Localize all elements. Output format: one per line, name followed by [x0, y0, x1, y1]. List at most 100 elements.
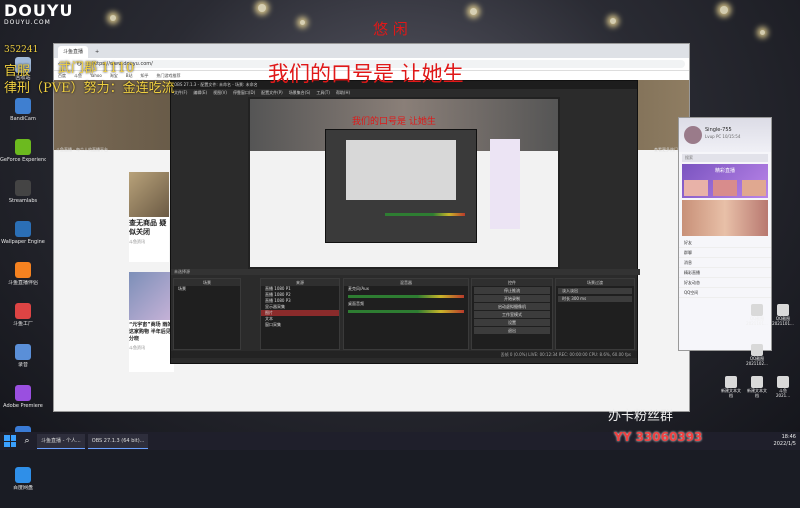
desktop-file[interactable]: 斗鱼 2021...: [772, 376, 794, 400]
news-card-meta: 斗鱼资讯: [129, 239, 145, 244]
obs-mixer-meter[interactable]: [348, 310, 464, 313]
obs-scene-item[interactable]: 场景: [174, 286, 240, 292]
qq-status: Lvup PC 10/15:54: [705, 134, 741, 139]
qq-live-banner[interactable]: 精彩直播: [682, 164, 768, 198]
desktop-file[interactable]: QQ截图 2021101...: [746, 304, 768, 328]
obs-scenes-dock[interactable]: 场景 场景: [173, 278, 241, 350]
yy-number-overlay: YY 33060393: [614, 430, 703, 444]
bokeh-light: [610, 18, 616, 24]
image-file-icon: [777, 304, 789, 316]
bokeh-light: [470, 8, 477, 15]
taskbar-item-obs[interactable]: OBS 27.1.3 (64 bit)...: [87, 433, 149, 449]
news-card-image: [129, 172, 169, 217]
image-file-icon: [751, 344, 763, 356]
nested-obs-capture: [325, 129, 477, 243]
desktop-file[interactable]: 新建文本文档: [746, 376, 768, 400]
obs-mixer-meter[interactable]: [348, 295, 464, 298]
text-file-icon: [725, 376, 737, 388]
desktop-icon[interactable]: 斗鱼直播伴侣: [0, 262, 46, 298]
desktop-icon-label: GeForce Experience: [0, 157, 46, 163]
desktop-icon[interactable]: BandiCam: [0, 98, 46, 134]
qq-list-item[interactable]: 群聊: [679, 248, 771, 258]
news-card-title: 查无商品 疑似关闭: [129, 219, 167, 236]
qq-list-item[interactable]: 好友动态: [679, 278, 771, 288]
news-card[interactable]: 查无商品 疑似关闭 斗鱼资讯: [129, 172, 169, 262]
obs-controls-header: 控件: [472, 279, 552, 286]
obs-menu-item[interactable]: 配置文件(P): [261, 89, 283, 97]
qq-list-item[interactable]: 消息: [679, 258, 771, 268]
file-icon: [777, 376, 789, 388]
desktop-file[interactable]: QQ截图 2021101...: [772, 304, 794, 328]
desktop-icon[interactable]: Wallpaper Engine: [0, 221, 46, 257]
server-detail-overlay: 武门郡 1110: [58, 61, 135, 76]
stop-stream-button[interactable]: 停止推流: [474, 287, 550, 294]
desktop-file[interactable]: QQ截图 2021102...: [746, 344, 768, 368]
qq-list-item[interactable]: QQ空间: [679, 288, 771, 298]
taskbar-item-browser[interactable]: 斗鱼直播 - 个人...: [37, 433, 85, 449]
obs-menu-item[interactable]: 视图(V): [213, 89, 227, 97]
live-thumbnail[interactable]: [684, 180, 709, 196]
qq-search-input[interactable]: 搜索: [682, 154, 768, 162]
browser-tabbar: 斗鱼直播 +: [54, 44, 689, 58]
clock-date: 2022/1/5: [773, 441, 796, 447]
desktop-icon-label: Adobe Premiere: [3, 403, 43, 409]
obs-menu-item[interactable]: 编辑(E): [193, 89, 207, 97]
news-card[interactable]: “元宇宙”商场 雨的这家购物 半年后见分晓 斗鱼资讯: [129, 272, 174, 372]
obs-menu-item[interactable]: 工具(T): [316, 89, 330, 97]
avatar[interactable]: [684, 126, 702, 144]
obs-menu-item[interactable]: 帮助(H): [336, 89, 350, 97]
desktop-icon-label: Streamlabs: [8, 198, 38, 204]
system-clock[interactable]: 18:46 2022/1/5: [774, 434, 796, 448]
live-thumbnail[interactable]: [712, 180, 737, 196]
search-icon[interactable]: ⌕: [20, 435, 34, 447]
wallpaper-engine-icon: [15, 221, 31, 237]
audio-icon: [15, 344, 31, 360]
transition-duration-input[interactable]: 时长 300 ms: [558, 296, 632, 302]
obs-source-item[interactable]: 窗口采集: [261, 322, 339, 328]
settings-button[interactable]: 设置: [474, 319, 550, 326]
desktop-icon[interactable]: Streamlabs: [0, 180, 46, 216]
obs-sources-dock[interactable]: 来源 直播 1080 P1 直播 1080 P2 直播 1080 P3 显示器采…: [260, 278, 340, 350]
desktop-icon[interactable]: GeForce Experience: [0, 139, 46, 175]
qq-feature-image[interactable]: [682, 200, 768, 236]
qq-username: Single-755: [705, 127, 732, 133]
qq-banner-label: 精彩直播: [714, 168, 735, 174]
logo-sub: DOUYU.COM: [4, 19, 51, 26]
obs-status-bar: 丢帧 0 (0.0%) LIVE: 00:12:34 REC: 00:00:00…: [171, 351, 637, 358]
desktop-icon[interactable]: Adobe Premiere: [0, 385, 46, 421]
bokeh-light: [720, 6, 728, 14]
streamlabs-icon: [15, 180, 31, 196]
desktop-icon[interactable]: 录音: [0, 344, 46, 380]
start-recording-button[interactable]: 开始录制: [474, 295, 550, 302]
image-file-icon: [751, 304, 763, 316]
live-thumbnail[interactable]: [741, 180, 766, 196]
obs-menu-item[interactable]: 文件(F): [174, 89, 187, 97]
room-id-overlay: 352241: [4, 45, 39, 55]
obs-menubar: 文件(F) 编辑(E) 视图(V) 停靠窗口(D) 配置文件(P) 场景集合(S…: [171, 89, 637, 97]
desktop-file[interactable]: 新建文本文档: [720, 376, 742, 400]
desktop-icon[interactable]: 斗鱼工厂: [0, 303, 46, 339]
obs-scenes-header: 场景: [174, 279, 240, 286]
news-card-meta: 斗鱼资讯: [129, 345, 145, 350]
exit-button[interactable]: 退出: [474, 327, 550, 334]
douyu-icon: [15, 262, 31, 278]
obs-transitions-dock[interactable]: 场景过渡 淡入淡出 时长 300 ms: [555, 278, 635, 350]
qq-list-item[interactable]: 精彩直播: [679, 268, 771, 278]
qq-list-item[interactable]: 好友: [679, 238, 771, 248]
obs-menu-item[interactable]: 停靠窗口(D): [233, 89, 255, 97]
desktop-icon-label: 百度网盘: [12, 485, 33, 491]
obs-mixer-dock[interactable]: 混音器 麦克风/Aux 桌面音频: [343, 278, 469, 350]
transition-select[interactable]: 淡入淡出: [558, 288, 632, 294]
desktop-icon[interactable]: 百度网盘: [0, 467, 46, 503]
bokeh-light: [110, 15, 116, 21]
bokeh-light: [760, 30, 765, 35]
bokeh-light: [258, 4, 266, 12]
obs-mixer-channel-label: 麦克风/Aux: [348, 286, 369, 291]
obs-source-toolbar: 未选择源: [171, 269, 640, 275]
nested-preview: [346, 140, 456, 200]
obs-menu-item[interactable]: 场景集合(S): [289, 89, 311, 97]
studio-mode-button[interactable]: 工作室模式: [474, 311, 550, 318]
virtual-camera-button[interactable]: 启动虚拟摄像机: [474, 303, 550, 310]
obs-controls-dock[interactable]: 控件 停止推流 开始录制 启动虚拟摄像机 工作室模式 设置 退出: [471, 278, 553, 350]
windows-start-icon[interactable]: [4, 435, 16, 447]
